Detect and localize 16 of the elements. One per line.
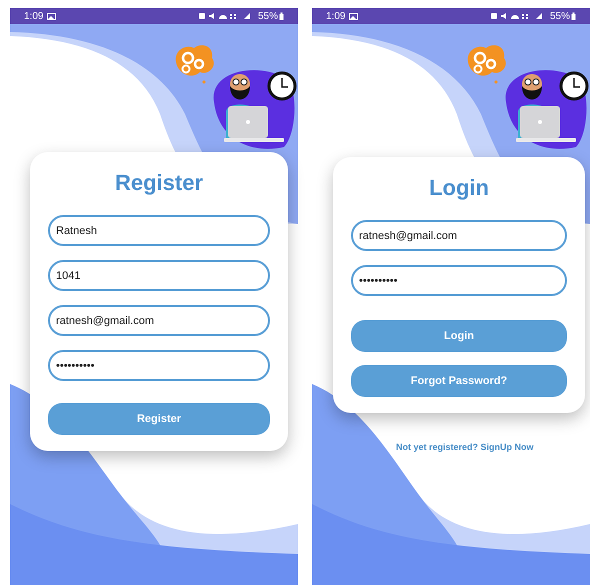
image-icon xyxy=(47,12,56,20)
card-title: Register xyxy=(114,169,204,197)
card-title: Login xyxy=(428,174,490,202)
battery-percent: 55% xyxy=(550,10,570,24)
battery-icon xyxy=(571,12,576,20)
input-field[interactable]: ratnesh@gmail.com xyxy=(48,305,270,336)
input-field[interactable]: 1041 xyxy=(48,260,270,291)
battery-icon xyxy=(279,12,284,20)
status-time: 1:09 xyxy=(326,10,346,24)
input-field[interactable]: •••••••••• xyxy=(48,350,270,381)
input-field[interactable]: •••••••••• xyxy=(351,265,567,296)
input-field[interactable]: ratnesh@gmail.com xyxy=(351,220,567,251)
image-icon xyxy=(349,12,358,20)
input-field[interactable]: Ratnesh xyxy=(48,215,270,246)
battery-percent: 55% xyxy=(258,10,278,24)
status-time: 1:09 xyxy=(24,10,44,24)
